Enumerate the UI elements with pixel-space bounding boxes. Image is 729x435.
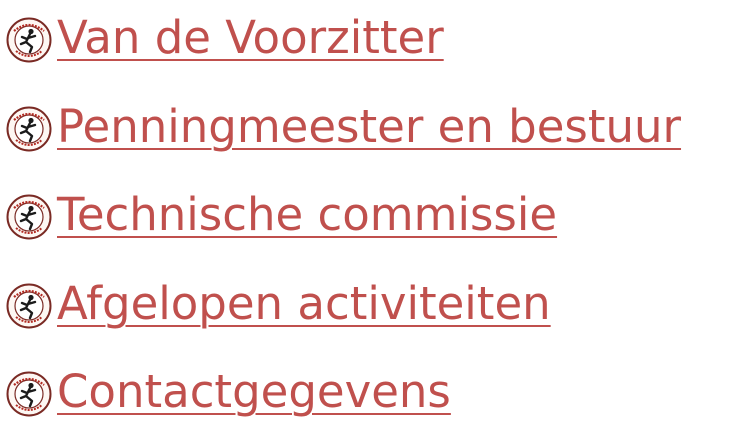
menu-link-afgelopen-activiteiten[interactable]: Afgelopen activiteiten [57, 272, 551, 336]
club-logo-icon [6, 283, 52, 329]
menu-link-contactgegevens[interactable]: Contactgegevens [57, 360, 451, 424]
club-logo-icon [6, 17, 52, 63]
menu-item-afgelopen-activiteiten[interactable]: Afgelopen activiteiten [6, 272, 551, 336]
menu-item-contactgegevens[interactable]: Contactgegevens [6, 360, 451, 424]
club-logo-icon [6, 106, 52, 152]
navigation-menu: Van de Voorzitter Penningmeester en best… [0, 0, 729, 435]
menu-link-technische-commissie[interactable]: Technische commissie [57, 183, 557, 247]
menu-item-technische-commissie[interactable]: Technische commissie [6, 183, 557, 247]
menu-link-penningmeester[interactable]: Penningmeester en bestuur [57, 95, 681, 159]
menu-item-voorzitter[interactable]: Van de Voorzitter [6, 6, 444, 70]
menu-link-voorzitter[interactable]: Van de Voorzitter [57, 6, 444, 70]
menu-item-penningmeester[interactable]: Penningmeester en bestuur [6, 95, 681, 159]
club-logo-icon [6, 371, 52, 417]
club-logo-icon [6, 194, 52, 240]
